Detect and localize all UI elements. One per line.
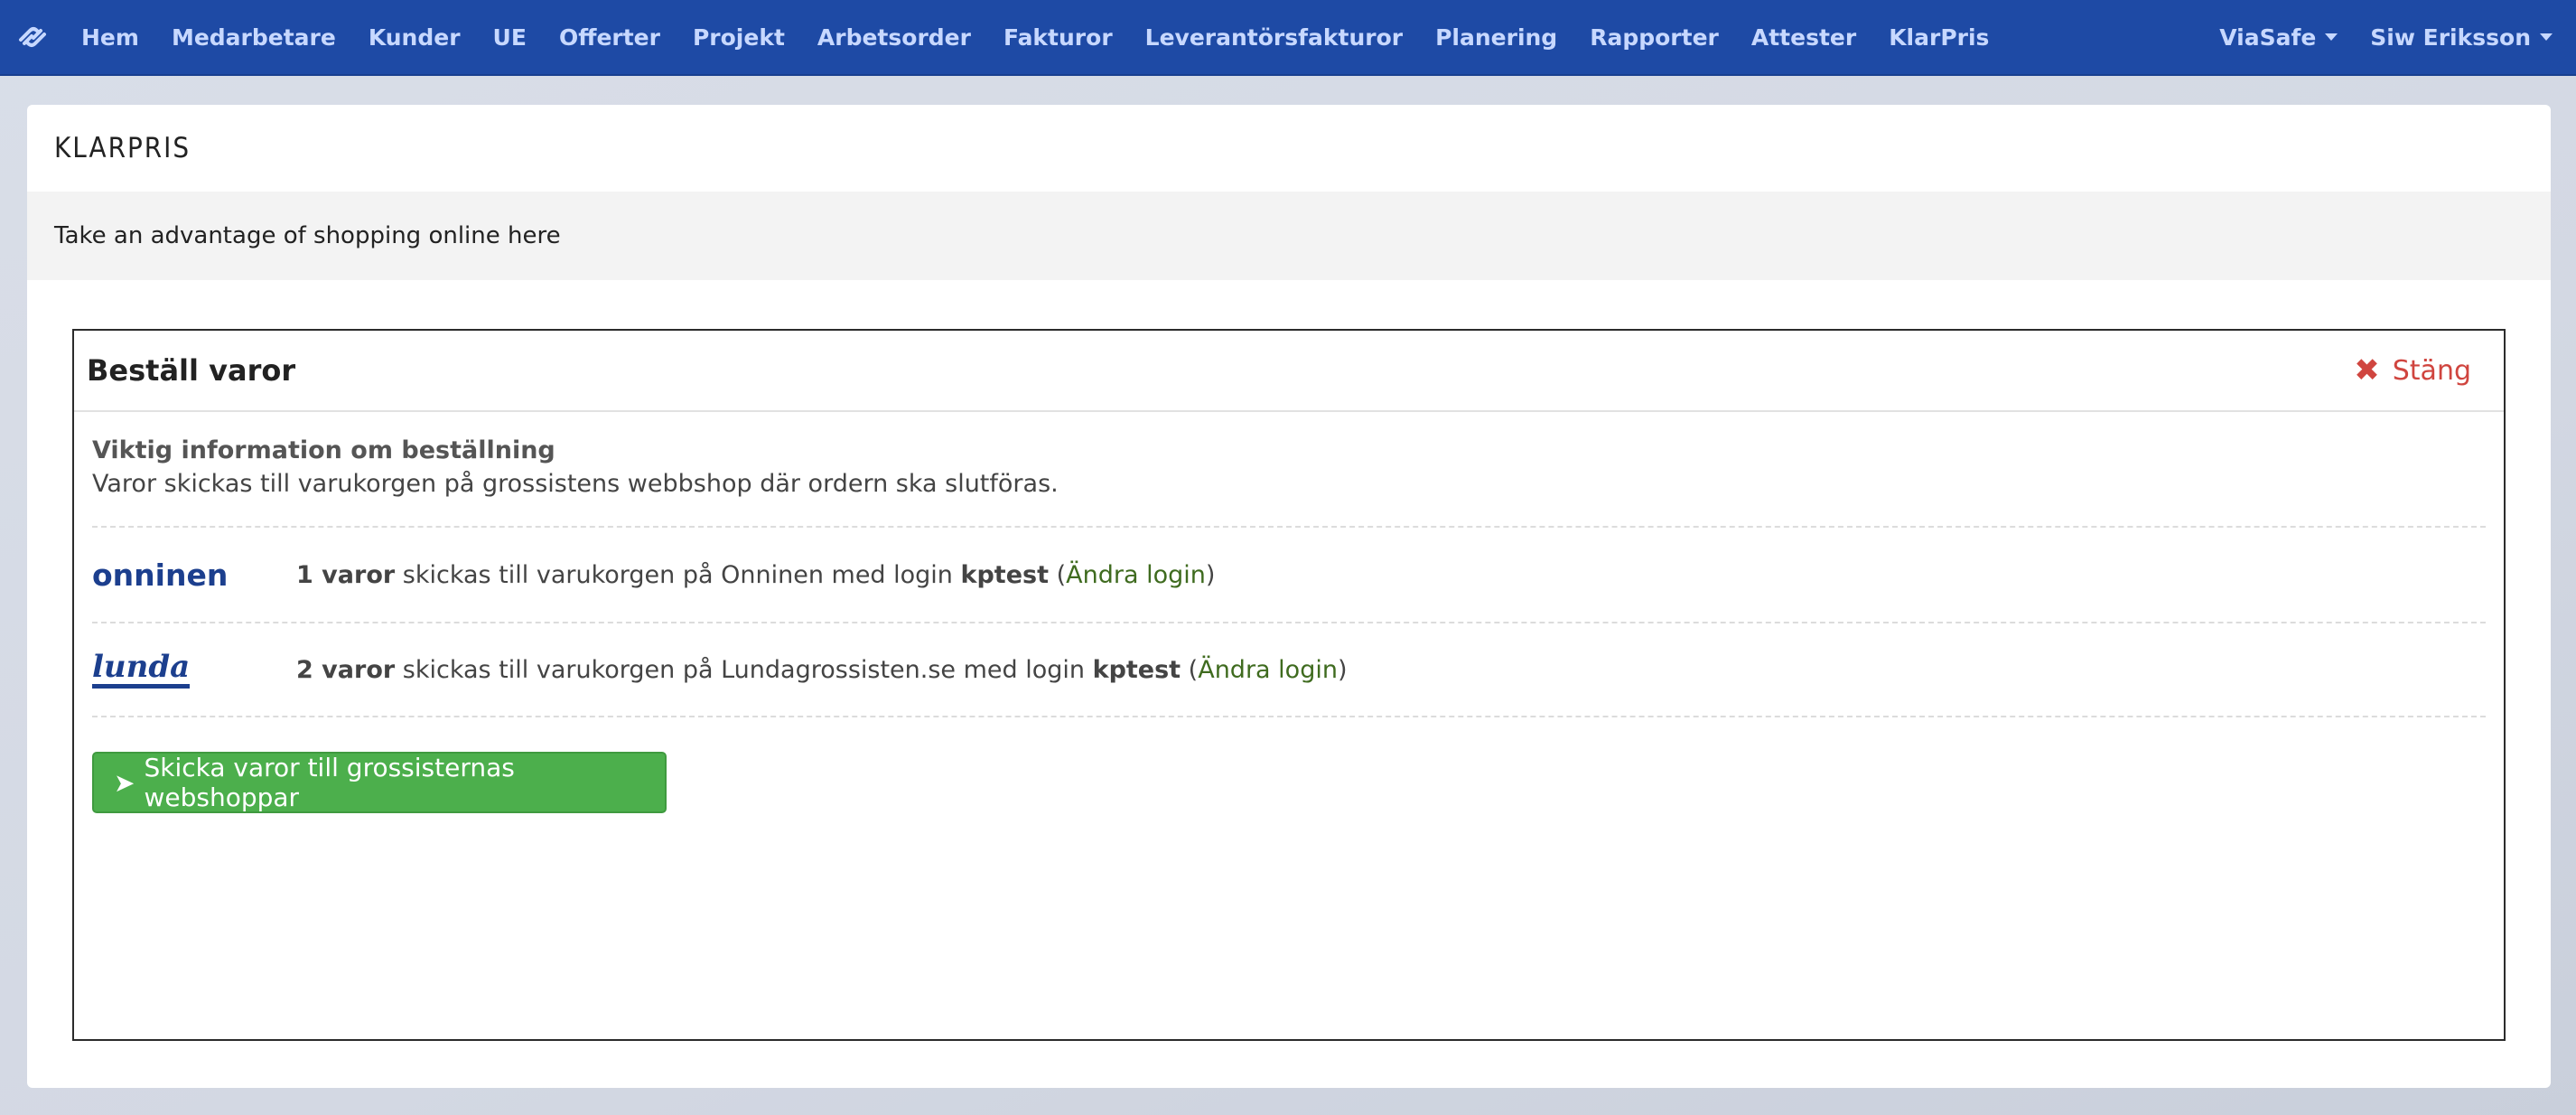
onninen-logo: onninen (92, 558, 296, 593)
change-login-link[interactable]: Ändra login (1066, 561, 1206, 589)
item-count: 2 varor (296, 655, 396, 684)
nav-item-attester[interactable]: Attester (1735, 0, 1872, 75)
info-text: Varor skickas till varukorgen på grossis… (92, 470, 1059, 498)
vendor-row-onninen: onninen 1 varor skickas till varukorgen … (92, 526, 2486, 622)
nav-right: ViaSafe Siw Eriksson (2203, 0, 2576, 75)
vendor-text: 2 varor skickas till varukorgen på Lunda… (296, 656, 1348, 684)
paper-plane-icon: ➤ (114, 767, 135, 798)
caret-down-icon (2325, 33, 2338, 41)
nav-item-kunder[interactable]: Kunder (352, 0, 477, 75)
paren-close: ) (1205, 560, 1216, 589)
close-x-icon: ✖ (2354, 352, 2380, 389)
send-to-webshops-button[interactable]: ➤ Skicka varor till grossisternas websho… (92, 752, 667, 813)
login-name: kptest (960, 560, 1049, 589)
lunda-logo: lunda (92, 651, 296, 689)
nav-item-offerter[interactable]: Offerter (543, 0, 677, 75)
viasafe-label: ViaSafe (2219, 23, 2317, 51)
lunda-logo-text: lunda (92, 651, 191, 689)
top-navbar: Hem Medarbetare Kunder UE Offerter Proje… (0, 0, 2576, 76)
vendor-description: skickas till varukorgen på Onninen med l… (395, 560, 961, 589)
close-button[interactable]: ✖ Stäng (2354, 352, 2471, 389)
nav-item-fakturor[interactable]: Fakturor (987, 0, 1129, 75)
nav-item-rapporter[interactable]: Rapporter (1573, 0, 1735, 75)
close-label: Stäng (2392, 354, 2471, 387)
nav-item-ue[interactable]: UE (477, 0, 543, 75)
nav-item-projekt[interactable]: Projekt (677, 0, 801, 75)
user-dropdown[interactable]: Siw Eriksson (2354, 0, 2569, 75)
nav-item-hem[interactable]: Hem (65, 0, 155, 75)
order-info: Viktig information om beställning Varor … (74, 412, 2504, 501)
order-dialog: Beställ varor ✖ Stäng Viktig information… (72, 329, 2506, 1041)
viasafe-dropdown[interactable]: ViaSafe (2203, 0, 2354, 75)
nav-item-leverantorsfakturor[interactable]: Leverantörsfakturor (1129, 0, 1419, 75)
send-label: Skicka varor till grossisternas webshopp… (144, 753, 515, 812)
vendor-description: skickas till varukorgen på Lundagrossist… (395, 655, 1093, 684)
nav-item-klarpris[interactable]: KlarPris (1872, 0, 2005, 75)
order-header: Beställ varor ✖ Stäng (74, 331, 2504, 412)
nav-menu: Hem Medarbetare Kunder UE Offerter Proje… (65, 0, 2005, 75)
panel-subbar: Take an advantage of shopping online her… (27, 192, 2551, 280)
klarpris-panel: KLARPRIS Take an advantage of shopping o… (27, 105, 2551, 1088)
link-logo-icon[interactable] (0, 0, 65, 75)
order-title: Beställ varor (87, 353, 296, 388)
login-name: kptest (1092, 655, 1181, 684)
paren-close: ) (1337, 655, 1348, 684)
paren-open: ( (1049, 560, 1067, 589)
user-name: Siw Eriksson (2370, 23, 2531, 51)
nav-item-planering[interactable]: Planering (1419, 0, 1573, 75)
item-count: 1 varor (296, 560, 396, 589)
change-login-link[interactable]: Ändra login (1198, 656, 1338, 684)
vendor-row-lunda: lunda 2 varor skickas till varukorgen på… (92, 622, 2486, 717)
onninen-logo-text: onninen (92, 557, 229, 593)
vendor-list: onninen 1 varor skickas till varukorgen … (92, 526, 2486, 717)
vendor-text: 1 varor skickas till varukorgen på Onnin… (296, 561, 1215, 589)
nav-item-arbetsorder[interactable]: Arbetsorder (801, 0, 987, 75)
info-title: Viktig information om beställning (92, 436, 555, 464)
nav-item-medarbetare[interactable]: Medarbetare (155, 0, 352, 75)
caret-down-icon (2540, 33, 2553, 41)
panel-subtitle: Take an advantage of shopping online her… (54, 222, 561, 249)
paren-open: ( (1181, 655, 1199, 684)
page-title: KLARPRIS (54, 132, 191, 164)
